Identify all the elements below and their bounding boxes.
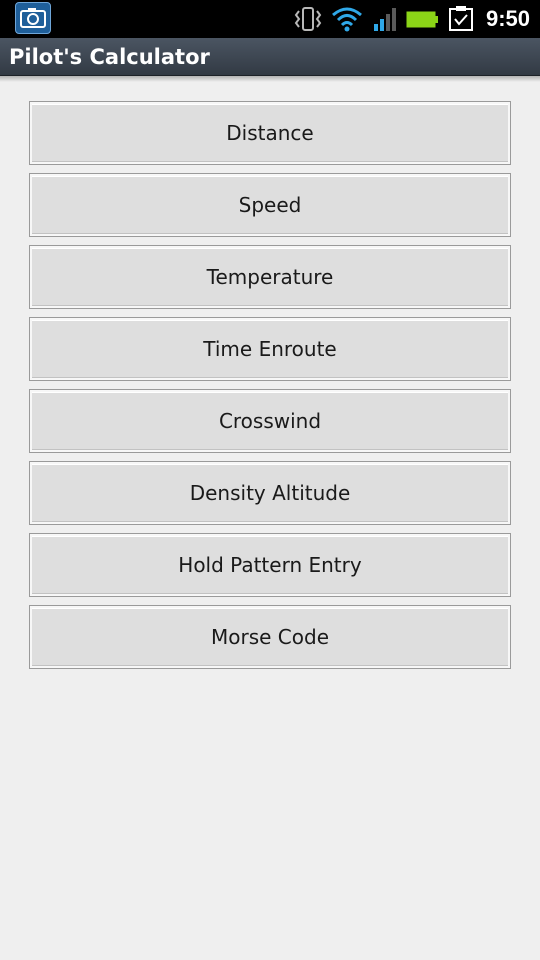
button-label: Speed [238,193,302,217]
density-altitude-button[interactable]: Density Altitude [29,461,511,525]
task-icon [446,0,476,38]
title-bar: Pilot's Calculator [0,38,540,76]
status-bar: 9:50 [0,0,540,38]
signal-icon [372,0,400,38]
button-label: Temperature [206,265,334,289]
crosswind-button[interactable]: Crosswind [29,389,511,453]
button-label: Time Enroute [203,337,337,361]
battery-icon [405,0,441,38]
time-enroute-button[interactable]: Time Enroute [29,317,511,381]
menu-list: Distance Speed Temperature Time Enroute … [29,101,511,677]
distance-button[interactable]: Distance [29,101,511,165]
page-title: Pilot's Calculator [9,45,210,69]
title-shadow [0,76,540,82]
button-label: Morse Code [211,625,329,649]
morse-code-button[interactable]: Morse Code [29,605,511,669]
camera-notification[interactable] [15,2,51,34]
button-label: Crosswind [218,409,322,433]
button-label: Distance [226,121,314,145]
camera-icon [20,8,46,28]
button-label: Hold Pattern Entry [178,553,362,577]
button-label: Density Altitude [189,481,351,505]
wifi-icon [330,0,364,38]
hold-pattern-entry-button[interactable]: Hold Pattern Entry [29,533,511,597]
temperature-button[interactable]: Temperature [29,245,511,309]
status-time: 9:50 [485,6,530,31]
speed-button[interactable]: Speed [29,173,511,237]
vibrate-icon [292,0,324,38]
